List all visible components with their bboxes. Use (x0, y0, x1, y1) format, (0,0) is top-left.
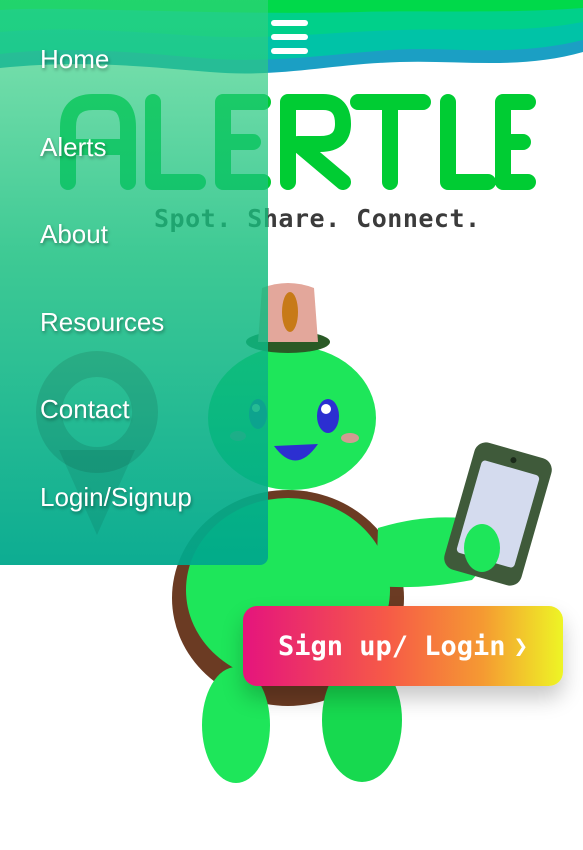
nav-contact[interactable]: Contact (40, 394, 130, 425)
nav-about[interactable]: About (40, 219, 108, 250)
nav-resources[interactable]: Resources (40, 307, 164, 338)
hamburger-menu-icon[interactable] (271, 20, 308, 54)
nav-login-signup[interactable]: Login/Signup (40, 482, 192, 513)
nav-home[interactable]: Home (40, 44, 109, 75)
nav-alerts[interactable]: Alerts (40, 132, 106, 163)
signup-login-label: Sign up/ Login (277, 630, 506, 662)
chevron-right-icon: ❯ (513, 632, 529, 660)
navigation-drawer: Home Alerts About Resources Contact Logi… (0, 0, 268, 565)
signup-login-button[interactable]: Sign up/ Login ❯ (243, 606, 563, 686)
